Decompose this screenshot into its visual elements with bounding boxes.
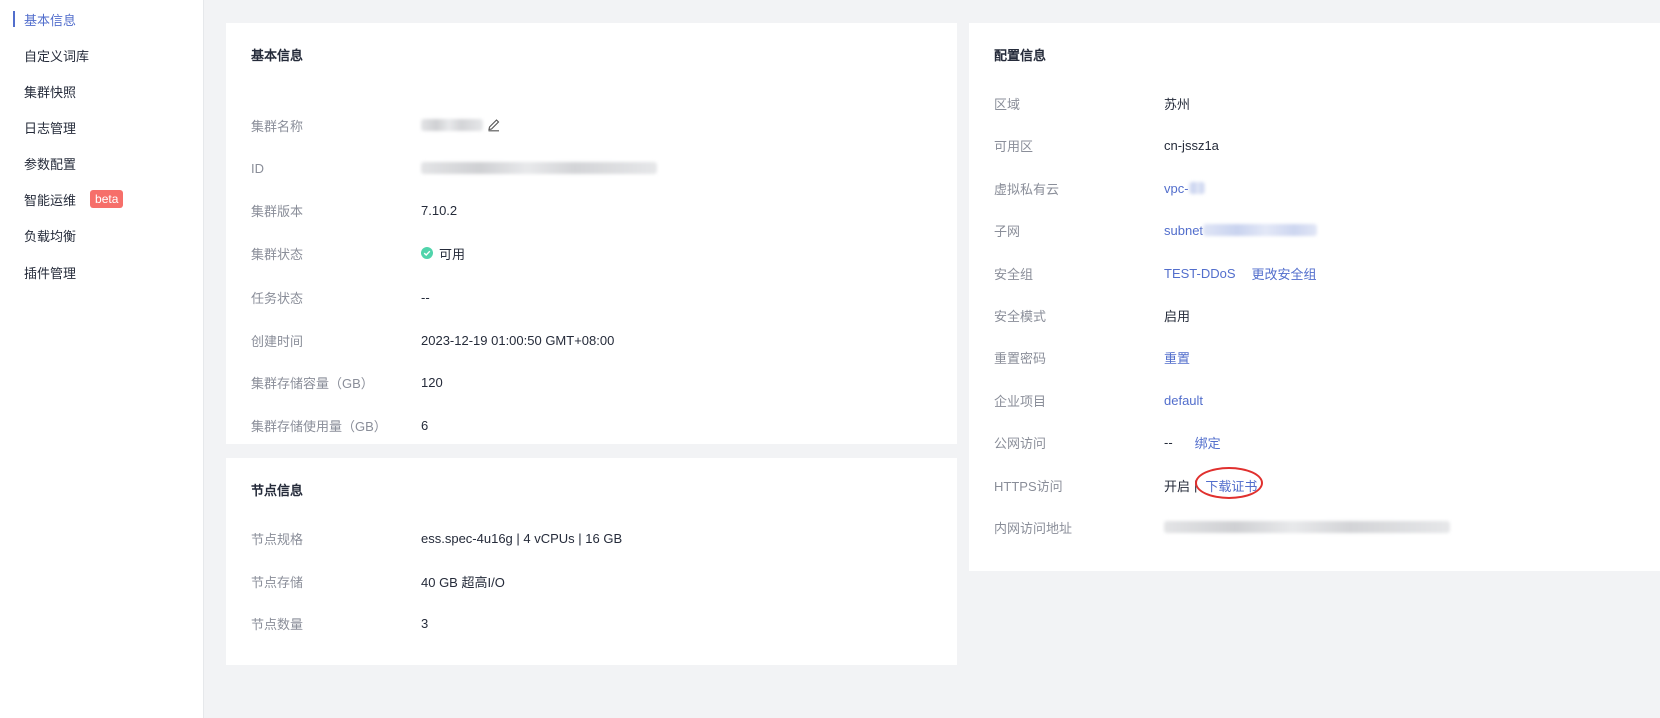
security-group-link[interactable]: TEST-DDoS	[1164, 266, 1236, 281]
subnet-link[interactable]: subnet	[1164, 223, 1203, 238]
basic-info-title: 基本信息	[251, 48, 304, 63]
capacity-label: 集群存储容量（GB）	[251, 375, 374, 391]
task-label: 任务状态	[251, 290, 304, 306]
node-spec-row: 节点规格 ess.spec-4u16g | 4 vCPUs | 16 GB	[251, 526, 937, 550]
version-value: 7.10.2	[421, 202, 458, 218]
status-row: 集群状态 可用	[251, 241, 937, 265]
sidebar-item[interactable]: 插件管理	[0, 254, 203, 290]
subnet-value-redacted	[1203, 224, 1318, 236]
node-storage-row: 节点存储 40 GB 超高I/O	[251, 569, 937, 593]
node-spec-value: ess.spec-4u16g | 4 vCPUs | 16 GB	[421, 530, 623, 546]
capacity-value: 120	[421, 374, 443, 390]
region-value: 苏州	[1164, 96, 1191, 112]
az-label: 可用区	[994, 138, 1034, 154]
subnet-label: 子网	[994, 223, 1021, 239]
node-count-label: 节点数量	[251, 616, 304, 632]
https-value: 开启	[1164, 478, 1191, 494]
bind-link[interactable]: 绑定	[1195, 433, 1221, 452]
task-row: 任务状态 --	[251, 285, 937, 309]
region-label: 区域	[994, 96, 1021, 112]
config-info-card: 配置信息 区域 苏州 可用区 cn-jssz1a 虚拟私有云 vpc- 子网 s…	[969, 23, 1660, 571]
sidebar-item[interactable]: 日志管理	[0, 109, 203, 145]
node-count-row: 节点数量 3	[251, 611, 937, 635]
https-label: HTTPS访问	[994, 478, 1063, 494]
created-value: 2023-12-19 01:00:50 GMT+08:00	[421, 332, 615, 348]
node-count-value: 3	[421, 615, 429, 631]
enterprise-project-link[interactable]: default	[1164, 393, 1203, 408]
project-row: 企业项目 default	[994, 388, 1640, 412]
vpc-row: 虚拟私有云 vpc-	[994, 176, 1640, 200]
status-label: 集群状态	[251, 246, 304, 262]
sidebar-item-label: 负载均衡	[24, 228, 77, 244]
node-info-card: 节点信息 节点规格 ess.spec-4u16g | 4 vCPUs | 16 …	[226, 458, 957, 665]
sidebar-item[interactable]: 集群快照	[0, 73, 203, 109]
created-label: 创建时间	[251, 333, 304, 349]
download-cert-link[interactable]: 下载证书	[1205, 479, 1257, 494]
sidebar-item[interactable]: 基本信息	[0, 1, 203, 37]
reset-password-link[interactable]: 重置	[1164, 348, 1190, 367]
id-label: ID	[251, 160, 264, 176]
version-row: 集群版本 7.10.2	[251, 198, 937, 222]
sidebar-item[interactable]: 智能运维 beta	[0, 181, 203, 217]
public-access-value: --	[1164, 434, 1173, 450]
public-access-label: 公网访问	[994, 435, 1047, 451]
edit-icon[interactable]	[487, 118, 501, 132]
config-info-title: 配置信息	[994, 48, 1047, 63]
sidebar-item-label: 自定义词库	[24, 48, 90, 64]
intranet-address-redacted	[1164, 521, 1450, 533]
used-row: 集群存储使用量（GB） 6	[251, 413, 937, 437]
node-storage-label: 节点存储	[251, 574, 304, 590]
cluster-name-label: 集群名称	[251, 118, 304, 134]
https-row: HTTPS访问 开启 | 下载证书	[994, 466, 1640, 499]
used-label: 集群存储使用量（GB）	[251, 418, 387, 434]
reset-password-row: 重置密码 重置	[994, 345, 1640, 369]
sidebar-item-label: 智能运维	[24, 192, 77, 208]
sidebar: 基本信息自定义词库集群快照日志管理参数配置智能运维 beta 负载均衡插件管理	[0, 0, 204, 718]
id-row: ID	[251, 156, 937, 180]
sidebar-item[interactable]: 负载均衡	[0, 217, 203, 253]
region-row: 区域 苏州	[994, 91, 1640, 115]
status-value: 可用	[439, 246, 466, 262]
basic-info-card: 基本信息 集群名称 ID 集群版本 7.10.2 集群状态 可用 任务状态 --…	[226, 23, 957, 444]
public-access-row: 公网访问 -- 绑定	[994, 430, 1640, 454]
sidebar-item-label: 参数配置	[24, 156, 77, 172]
vpc-link[interactable]: vpc-	[1164, 181, 1189, 196]
capacity-row: 集群存储容量（GB） 120	[251, 370, 937, 394]
node-storage-value: 40 GB 超高I/O	[421, 574, 505, 590]
created-row: 创建时间 2023-12-19 01:00:50 GMT+08:00	[251, 328, 937, 352]
node-spec-label: 节点规格	[251, 531, 304, 547]
vpc-label: 虚拟私有云	[994, 181, 1060, 197]
sidebar-item[interactable]: 自定义词库	[0, 37, 203, 73]
intranet-row: 内网访问地址	[994, 515, 1640, 539]
cluster-name-value-redacted	[421, 119, 483, 131]
sidebar-item[interactable]: 参数配置	[0, 145, 203, 181]
beta-badge: beta	[90, 190, 124, 208]
vpc-value-redacted	[1188, 182, 1205, 194]
sidebar-item-label: 基本信息	[24, 12, 77, 28]
subnet-row: 子网 subnet	[994, 218, 1640, 242]
project-label: 企业项目	[994, 393, 1047, 409]
check-circle-icon	[421, 247, 433, 259]
sidebar-item-label: 插件管理	[24, 265, 77, 281]
intranet-label: 内网访问地址	[994, 520, 1073, 536]
task-value: --	[421, 289, 430, 305]
node-info-title: 节点信息	[251, 483, 304, 498]
cluster-name-row: 集群名称	[251, 113, 937, 137]
separator: |	[1194, 477, 1198, 493]
security-mode-label: 安全模式	[994, 308, 1047, 324]
reset-password-label: 重置密码	[994, 350, 1047, 366]
used-value: 6	[421, 417, 429, 433]
az-row: 可用区 cn-jssz1a	[994, 133, 1640, 157]
security-mode-row: 安全模式 启用	[994, 303, 1640, 327]
security-mode-value: 启用	[1164, 308, 1191, 324]
sidebar-item-label: 集群快照	[24, 84, 77, 100]
id-value-redacted	[421, 162, 657, 174]
az-value: cn-jssz1a	[1164, 137, 1219, 153]
security-group-label: 安全组	[994, 266, 1034, 282]
sidebar-item-label: 日志管理	[24, 120, 77, 136]
version-label: 集群版本	[251, 203, 304, 219]
change-security-group-link[interactable]: 更改安全组	[1252, 264, 1317, 283]
security-group-row: 安全组 TEST-DDoS 更改安全组	[994, 261, 1640, 285]
